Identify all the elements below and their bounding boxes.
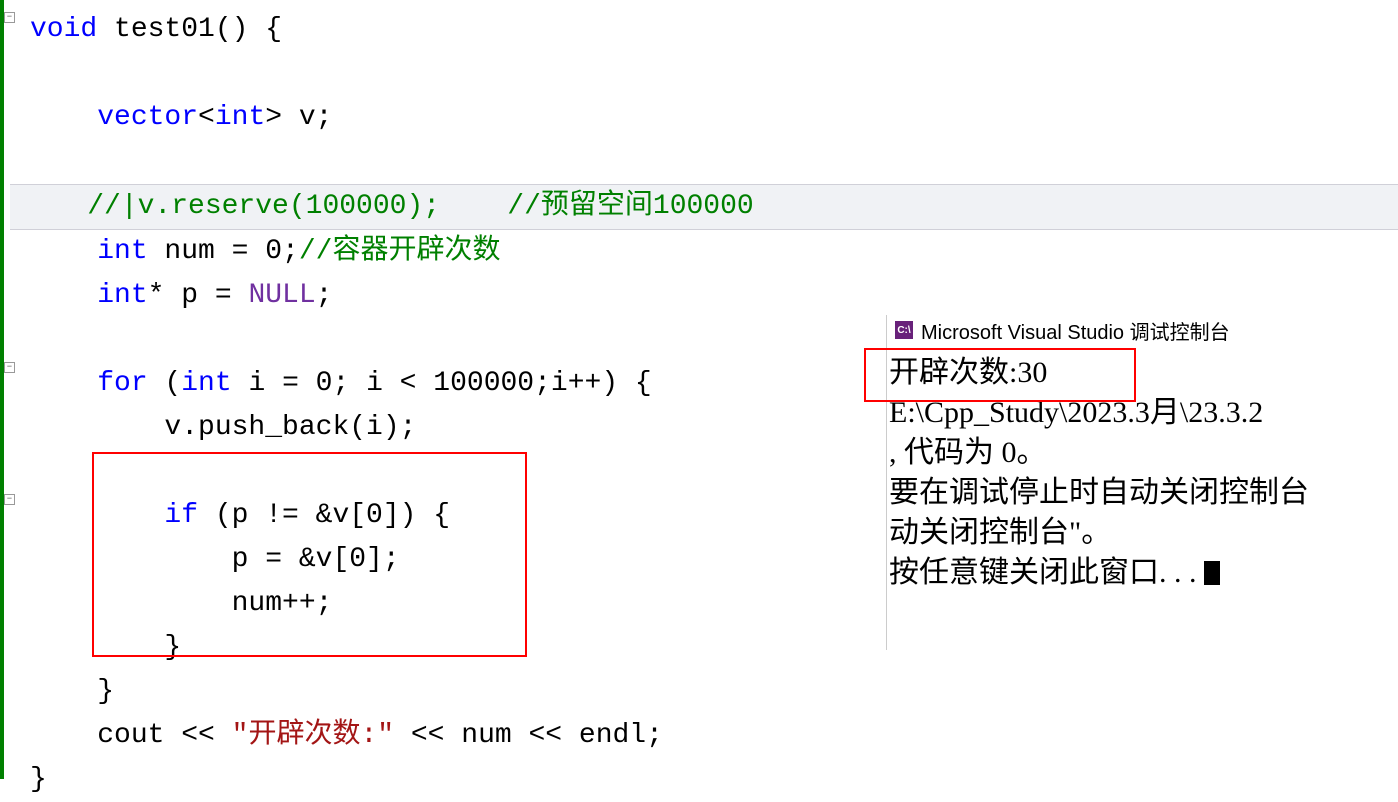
code-line[interactable]: int num = 0;//容器开辟次数 — [20, 230, 1398, 274]
code-line[interactable]: void test01() { — [20, 8, 1398, 52]
debug-console-window[interactable]: C:\ Microsoft Visual Studio 调试控制台 开辟次数:3… — [886, 315, 1398, 650]
fold-marker-icon[interactable]: − — [4, 494, 15, 505]
console-line: 动关闭控制台"。 — [889, 513, 1396, 553]
vs-console-icon: C:\ — [895, 321, 913, 339]
code-line[interactable] — [20, 52, 1398, 96]
console-line: , 代码为 0。 — [889, 433, 1396, 473]
code-line[interactable]: } — [20, 670, 1398, 714]
fold-marker-icon[interactable]: − — [4, 12, 15, 23]
cursor-icon — [1204, 561, 1220, 585]
console-title: Microsoft Visual Studio 调试控制台 — [921, 316, 1230, 345]
console-output[interactable]: 开辟次数:30 E:\Cpp_Study\2023.3月\23.3.2 , 代码… — [887, 345, 1398, 601]
code-line[interactable]: } — [20, 758, 1398, 802]
code-line[interactable]: vector<int> v; — [20, 96, 1398, 140]
console-line: 要在调试停止时自动关闭控制台 — [889, 473, 1396, 513]
code-line-current[interactable]: //|v.reserve(100000); //预留空间100000 — [10, 184, 1398, 230]
console-line: 按任意键关闭此窗口. . . — [889, 553, 1396, 593]
fold-marker-icon[interactable]: − — [4, 362, 15, 373]
console-titlebar[interactable]: C:\ Microsoft Visual Studio 调试控制台 — [887, 315, 1398, 345]
keyword-void: void — [30, 14, 97, 45]
console-line: 开辟次数:30 — [889, 353, 1396, 393]
code-line[interactable]: cout << "开辟次数:" << num << endl; — [20, 714, 1398, 758]
code-line[interactable]: int* p = NULL; — [20, 274, 1398, 318]
console-line: E:\Cpp_Study\2023.3月\23.3.2 — [889, 393, 1396, 433]
code-line[interactable] — [20, 140, 1398, 184]
